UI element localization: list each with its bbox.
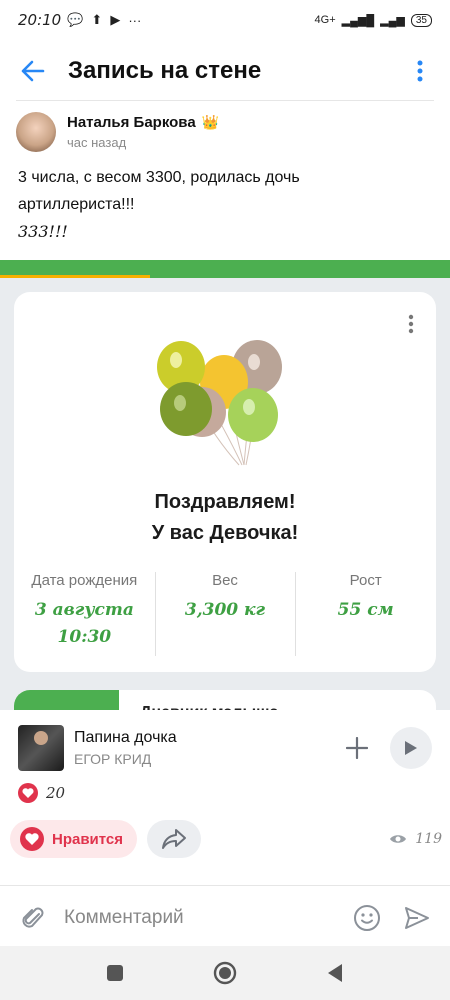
stat-height: Рост 55 см [295, 572, 436, 656]
status-bar: 20:10 💬 ⬆ ▶ ··· 4G+ ▂▄▆█ ▂▄▆ 35 [0, 0, 450, 40]
congrats-line1: Поздравляем! [154, 491, 296, 513]
congrats-text: Поздравляем! У вас Девочка! [14, 487, 436, 549]
congrats-line2: У вас Девочка! [151, 522, 299, 544]
stat-value: 3 августа 10:30 [14, 597, 155, 651]
stat-label: Дата рождения [31, 572, 138, 589]
author-name[interactable]: Наталья Баркова 👑 [67, 114, 219, 131]
comment-input[interactable] [64, 907, 352, 929]
post-actions: Нравится 119 [10, 820, 442, 858]
birth-stats: Дата рождения 3 августа 10:30 Вес 3,300 … [14, 572, 436, 656]
paperclip-icon [22, 907, 44, 928]
divider [0, 885, 450, 886]
system-nav-bar [0, 946, 450, 1000]
stat-weight: Вес 3,300 кг [154, 572, 296, 656]
post-time: час назад [67, 135, 127, 150]
vertical-dots-icon [417, 60, 423, 82]
play-icon [405, 741, 417, 755]
stat-value-line2: 10:30 [57, 627, 112, 647]
comment-bar [0, 890, 450, 946]
emoji-button[interactable] [352, 903, 382, 933]
smile-icon [354, 905, 380, 931]
post-text-line2: артиллериста!!! [18, 196, 135, 213]
attach-button[interactable] [18, 903, 48, 933]
vertical-dots-icon [408, 314, 414, 334]
author-info: Наталья Баркова 👑 час назад [67, 114, 219, 150]
post-text: 3 числа, с весом 3300, родилась дочь арт… [18, 164, 438, 245]
back-button[interactable] [18, 56, 48, 86]
stat-value-line1: 3 августа [34, 600, 134, 620]
share-arrow-icon [162, 829, 187, 849]
home-button[interactable] [210, 958, 240, 988]
divider [16, 100, 434, 101]
crown-icon: 👑 [201, 114, 220, 130]
author-name-text: Наталья Баркова [67, 114, 196, 131]
track-info: Папина дочка ЕГОР КРИД [74, 729, 177, 767]
avatar[interactable] [16, 112, 56, 152]
stat-value-line1: 55 см [337, 600, 394, 620]
signal2-icon: ▂▄▆ [380, 14, 405, 27]
stat-label: Вес [212, 572, 238, 589]
eye-icon [390, 835, 407, 843]
music-attachment[interactable]: Папина дочка ЕГОР КРИД [0, 710, 450, 786]
network-label: 4G+ [314, 14, 336, 26]
track-title: Папина дочка [74, 729, 177, 746]
play-track-button[interactable] [390, 727, 432, 769]
play-notification-icon: ▶ [110, 12, 121, 27]
add-track-button[interactable] [342, 733, 372, 763]
like-label: Нравится [52, 830, 124, 848]
stat-birth-date: Дата рождения 3 августа 10:30 [14, 572, 155, 656]
views-counter: 119 [389, 831, 442, 847]
status-time: 20:10 [18, 11, 62, 29]
track-artist: ЕГОР КРИД [74, 751, 152, 767]
back-nav-button[interactable] [320, 958, 350, 988]
likes-summary[interactable]: 20 [18, 783, 65, 803]
send-button[interactable] [402, 903, 432, 933]
post-author[interactable]: Наталья Баркова 👑 час назад [16, 112, 219, 152]
views-count: 119 [415, 831, 442, 847]
signal-icon: ▂▄▆█ [341, 14, 375, 27]
square-icon [107, 965, 123, 981]
card-more-button[interactable] [408, 314, 418, 334]
balloons-icon [157, 340, 282, 466]
heart-icon [18, 783, 38, 803]
triangle-back-icon [328, 964, 342, 982]
page-title: Запись на стене [68, 57, 262, 84]
stat-value-line1: 3,300 кг [184, 600, 266, 620]
album-cover [18, 725, 64, 771]
post-text-line1: 3 числа, с весом 3300, родилась дочь [18, 169, 300, 186]
stat-value: 3,300 кг [155, 597, 296, 624]
heart-icon [20, 827, 44, 851]
likes-count: 20 [46, 784, 66, 802]
back-arrow-icon [21, 60, 45, 82]
plus-icon [346, 737, 368, 759]
more-notifications-icon: ··· [128, 12, 142, 28]
post-text-line3: 333!!! [18, 222, 68, 241]
battery-icon: 35 [410, 13, 432, 27]
chat-notification-icon: 💬 [67, 12, 84, 27]
send-icon [405, 907, 429, 929]
status-right: 4G+ ▂▄▆█ ▂▄▆ 35 [314, 13, 432, 27]
recent-apps-button[interactable] [100, 958, 130, 988]
circle-icon [213, 961, 237, 985]
header-more-button[interactable] [408, 56, 432, 86]
like-button[interactable]: Нравится [10, 820, 138, 858]
upload-notification-icon: ⬆ [91, 12, 103, 27]
stat-value: 55 см [295, 597, 436, 624]
notification-icons: 💬 ⬆ ▶ ··· [67, 12, 141, 28]
birth-card[interactable]: Поздравляем! У вас Девочка! Дата рождени… [14, 292, 436, 672]
share-button[interactable] [147, 820, 202, 858]
stat-label: Рост [349, 572, 382, 589]
app-header: Запись на стене [0, 42, 450, 100]
